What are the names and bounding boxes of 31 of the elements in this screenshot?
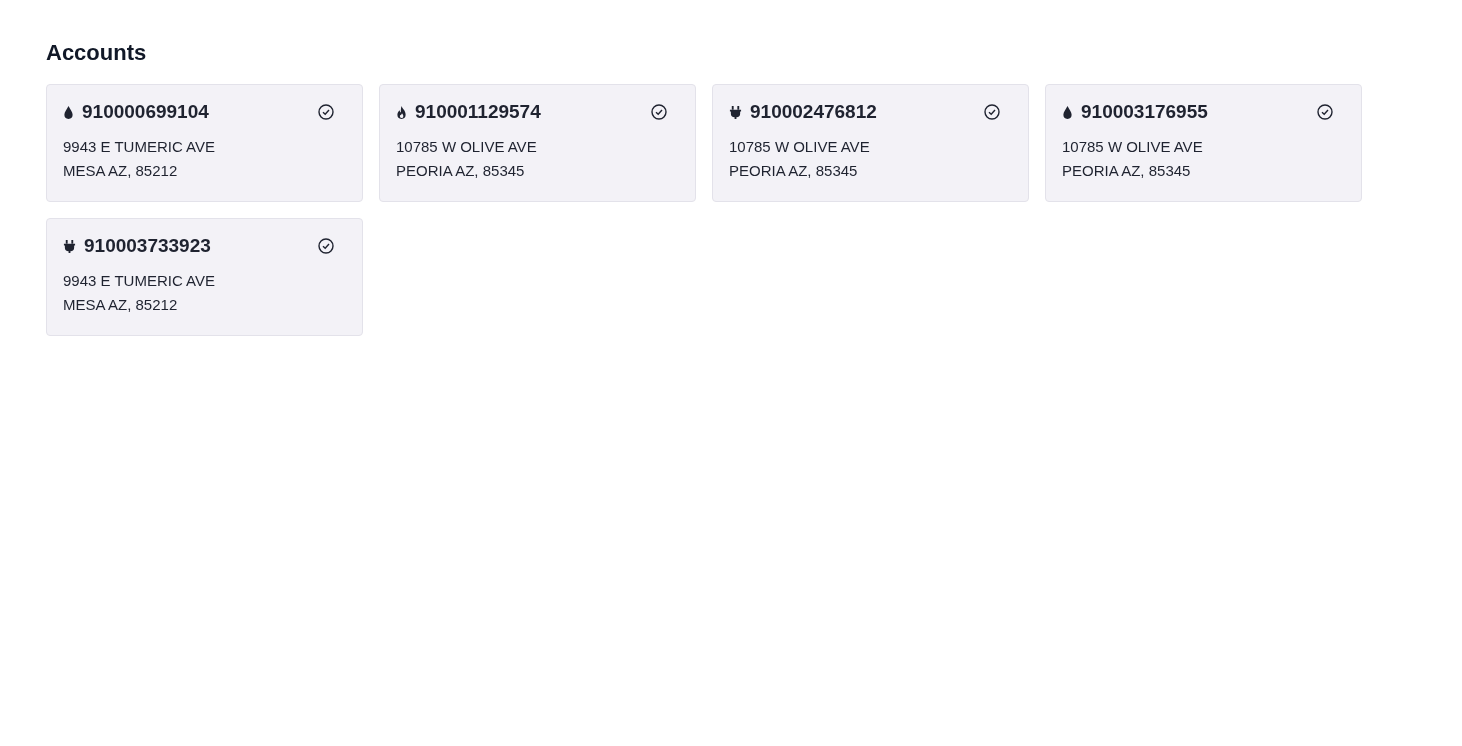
city-line: MESA AZ, 85212 [63,161,179,181]
account-number: 910001129574 [415,101,542,123]
check-circle-icon [984,104,1000,120]
account-card[interactable]: 910000699104 9943 E TUMERIC AVE MESA AZ, 85212 [46,84,363,202]
page-title: Accounts [46,40,148,66]
street-address: 10785 W OLIVE AVE [729,137,871,157]
street-address: 9943 E TUMERIC AVE [63,271,216,291]
account-number: 910000699104 [82,101,210,123]
account-card[interactable]: 910003176955 10785 W OLIVE AVE PEORIA AZ, 85345 [1045,84,1362,202]
account-card[interactable]: 910003733923 9943 E TUMERIC AVE MESA AZ, 85212 [46,218,363,336]
street-address: 9943 E TUMERIC AVE [63,137,216,157]
account-number: 910003733923 [84,235,212,257]
account-card[interactable]: 910002476812 10785 W OLIVE AVE PEORIA AZ, 85345 [712,84,1029,202]
droplet-icon [1062,104,1073,120]
city-line: PEORIA AZ, 85345 [729,161,859,181]
account-number: 910002476812 [750,101,878,123]
city-line: PEORIA AZ, 85345 [1062,161,1192,181]
street-address: 10785 W OLIVE AVE [1062,137,1204,157]
city-line: PEORIA AZ, 85345 [396,161,526,181]
droplet-icon [63,104,74,120]
plug-icon [729,104,742,120]
check-circle-icon [318,104,334,120]
flame-icon [396,104,407,120]
check-circle-icon [318,238,334,254]
account-card[interactable]: 910001129574 10785 W OLIVE AVE PEORIA AZ, 85345 [379,84,696,202]
city-line: MESA AZ, 85212 [63,295,179,315]
street-address: 10785 W OLIVE AVE [396,137,538,157]
account-number: 910003176955 [1081,101,1209,123]
plug-icon [63,238,76,254]
check-circle-icon [1317,104,1333,120]
check-circle-icon [651,104,667,120]
